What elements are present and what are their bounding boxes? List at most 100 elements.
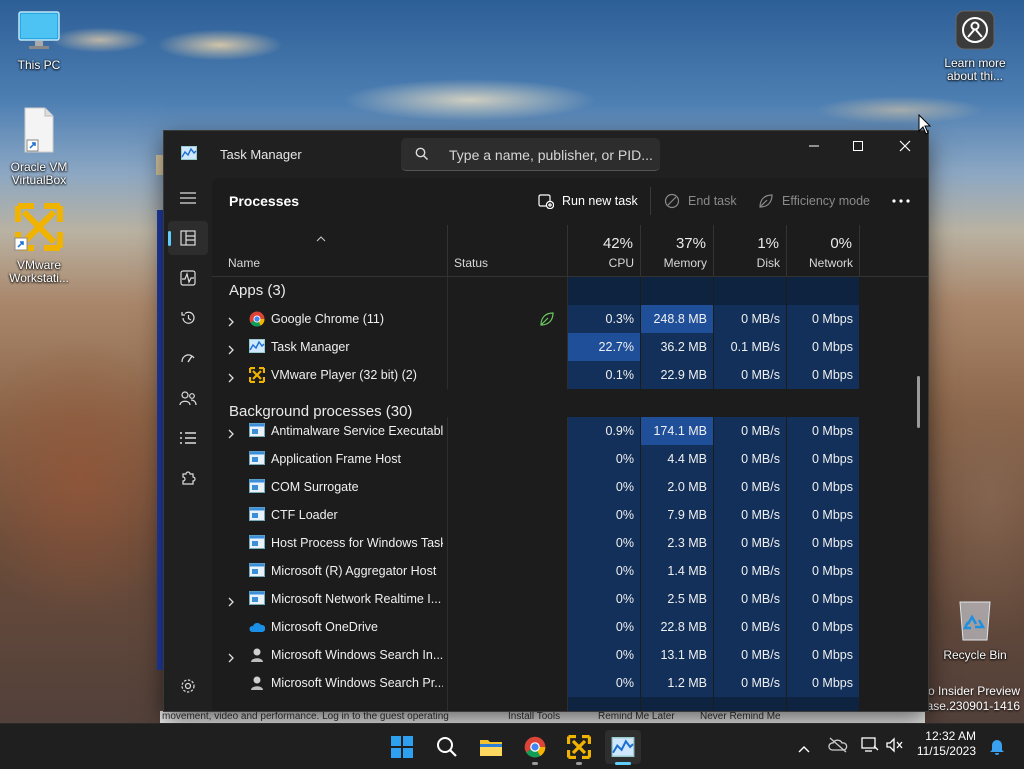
chevron-right-icon[interactable]	[228, 594, 234, 612]
table-row[interactable]: Microsoft (R) Aggregator Host 0% 1.4 MB 0 M…	[212, 557, 928, 585]
chevron-right-icon[interactable]	[228, 314, 234, 332]
task-manager-window[interactable]: Task Manager Type a name, publisher, or …	[164, 131, 928, 711]
taskbar-search-button[interactable]	[429, 730, 465, 764]
maximize-icon	[853, 141, 863, 151]
column-header-status[interactable]: Status	[448, 225, 568, 276]
run-new-task-button[interactable]: Run new task	[538, 191, 638, 211]
title-bar[interactable]: Task Manager	[164, 131, 928, 178]
system-clock[interactable]: 12:32 AM 11/15/2023	[908, 729, 976, 759]
process-name: Microsoft (R) Aggregator Host	[271, 564, 437, 578]
desktop-icon-oracle-virtualbox[interactable]: Oracle VM VirtualBox	[1, 106, 77, 187]
background-window-edge[interactable]	[156, 155, 164, 175]
process-name: Host Process for Windows Tasks	[271, 536, 443, 550]
end-task-button[interactable]: End task	[664, 191, 737, 211]
nav-startup-apps[interactable]	[168, 341, 208, 375]
efficiency-mode-button[interactable]: Efficiency mode	[758, 191, 870, 211]
desktop-icon-label: Learn more about thi...	[944, 56, 1006, 83]
watermark-line: ease.230901-1416	[919, 699, 1020, 713]
column-header-network[interactable]: 0% Network	[787, 225, 860, 276]
network-display-icon[interactable]	[861, 737, 879, 758]
remind-later-button[interactable]: Remind Me Later	[598, 711, 675, 722]
table-row[interactable]: Antimalware Service Executable 0.9% 174.1 …	[212, 417, 928, 445]
desktop-icon-vmware-workstation[interactable]: VMware Workstati...	[1, 202, 77, 285]
network-value: 0 Mbps	[787, 417, 859, 445]
start-button[interactable]	[384, 730, 420, 764]
cpu-value: 0.1%	[568, 361, 640, 389]
clock-time: 12:32 AM	[925, 729, 976, 743]
table-row[interactable]: Host Process for Windows Tasks 0% 2.3 MB 0 …	[212, 529, 928, 557]
chevron-up-icon[interactable]	[798, 740, 810, 758]
chevron-right-icon[interactable]	[228, 426, 234, 444]
desktop-icon-label: VMware Workstati...	[9, 258, 69, 285]
search-indexer-icon	[249, 675, 265, 691]
taskbar-vmware[interactable]	[561, 730, 597, 765]
insider-preview-watermark: ro Insider Preview ease.230901-1416	[920, 684, 1020, 714]
column-header-cpu[interactable]: 42% CPU	[568, 225, 641, 276]
background-window-edge[interactable]	[157, 210, 164, 670]
column-label: CPU	[608, 256, 634, 270]
toolbar-divider	[650, 187, 651, 215]
column-percent: 0%	[830, 235, 852, 252]
performance-icon	[180, 270, 196, 286]
cpu-value: 0%	[568, 641, 640, 669]
column-percent: 1%	[757, 235, 779, 252]
nav-performance[interactable]	[168, 261, 208, 295]
search-icon	[437, 737, 457, 757]
table-row[interactable]: CTF Loader 0% 7.9 MB 0 MB/s 0 Mbps	[212, 501, 928, 529]
desktop-icon-this-pc[interactable]: This PC	[1, 10, 77, 72]
cpu-value: 0%	[568, 501, 640, 529]
table-row[interactable]: Microsoft OneDrive 0% 22.8 MB 0 MB/s 0 Mbps	[212, 613, 928, 641]
network-value: 0 Mbps	[787, 333, 859, 361]
onedrive-offline-icon[interactable]	[828, 737, 848, 758]
search-box[interactable]	[401, 138, 660, 171]
background-window-notification-bar[interactable]: movement, video and performance. Log in …	[160, 711, 925, 723]
group-header-apps[interactable]: Apps (3)	[212, 277, 928, 305]
column-label: Memory	[663, 256, 707, 270]
table-row[interactable]: VMware Player (32 bit) (2) 0.1% 22.9 MB …	[212, 361, 928, 389]
table-row[interactable]: COM Surrogate 0% 2.0 MB 0 MB/s 0 Mbps	[212, 473, 928, 501]
table-row[interactable]: Task Manager 22.7% 36.2 MB 0.1 MB/s 0 Mb…	[212, 333, 928, 361]
column-header-disk[interactable]: 1% Disk	[714, 225, 787, 276]
chevron-right-icon[interactable]	[228, 342, 234, 360]
nav-processes[interactable]	[168, 221, 208, 255]
notification-bell-icon[interactable]	[989, 737, 1005, 760]
chevron-right-icon[interactable]	[228, 370, 234, 388]
never-remind-button[interactable]: Never Remind Me	[700, 711, 781, 722]
process-name: Microsoft OneDrive	[271, 620, 378, 634]
taskbar-chrome[interactable]	[517, 730, 553, 765]
volume-muted-icon[interactable]	[886, 737, 904, 758]
nav-details[interactable]	[168, 421, 208, 455]
table-row[interactable]: Microsoft Windows Search Pr... 0% 1.2 MB 0 …	[212, 669, 928, 697]
app-window-icon	[249, 423, 265, 439]
nav-users[interactable]	[168, 381, 208, 415]
process-name: COM Surrogate	[271, 480, 359, 494]
install-tools-button[interactable]: Install Tools	[508, 711, 560, 722]
taskbar-file-explorer[interactable]	[473, 730, 509, 764]
taskbar-task-manager[interactable]	[605, 730, 641, 765]
minimize-button[interactable]	[791, 131, 837, 161]
efficiency-mode-label: Efficiency mode	[782, 194, 871, 208]
maximize-button[interactable]	[835, 131, 881, 161]
desktop-icon-recycle-bin[interactable]: Recycle Bin	[937, 598, 1013, 662]
table-row[interactable]: Microsoft Windows Search In... 0% 13.1 MB 0…	[212, 641, 928, 669]
chevron-right-icon[interactable]	[228, 650, 234, 668]
hamburger-menu-button[interactable]	[168, 181, 208, 215]
vmware-icon	[567, 735, 591, 759]
column-header-memory[interactable]: 37% Memory	[641, 225, 714, 276]
column-header-name[interactable]: Name	[212, 225, 448, 276]
table-row[interactable]: Microsoft Network Realtime I... 0% 2.5 MB 0…	[212, 585, 928, 613]
network-value: 0 Mbps	[787, 557, 859, 585]
desktop-icon-learn-more[interactable]: Learn more about thi...	[937, 10, 1013, 83]
nav-settings[interactable]	[168, 669, 208, 703]
more-options-button[interactable]	[892, 191, 910, 211]
vertical-scrollbar-thumb[interactable]	[917, 376, 920, 428]
network-value: 0 Mbps	[787, 445, 859, 473]
desktop-icon-label: Recycle Bin	[943, 648, 1007, 662]
table-row[interactable]: Google Chrome (11) 0.3% 248.8 MB 0 MB/s …	[212, 305, 928, 333]
nav-services[interactable]	[168, 461, 208, 495]
nav-app-history[interactable]	[168, 301, 208, 335]
process-name: Google Chrome (11)	[271, 312, 385, 326]
search-input[interactable]	[447, 144, 656, 166]
end-task-icon	[664, 193, 680, 209]
table-row[interactable]: Application Frame Host 0% 4.4 MB 0 MB/s 0 Mb…	[212, 445, 928, 473]
